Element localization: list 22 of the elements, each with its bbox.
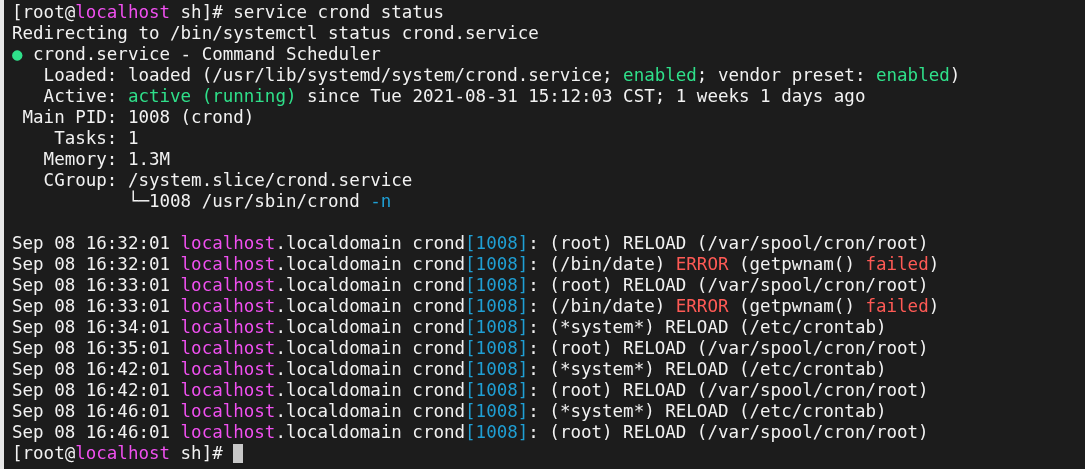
terminal-line: └─1008 /usr/sbin/crond -n (126, 191, 392, 212)
log-line: Sep 08 16:34:01 localhost.localdomain crond[1008]: (*system*) RELOAD (/etc/crontab) (12, 317, 887, 338)
terminal-line: [root@localhost sh]# service crond status (12, 2, 444, 23)
log-line: Sep 08 16:33:01 localhost.localdomain crond[1008]: (/bin/date) ERROR (getpwnam() failed) (12, 296, 940, 317)
terminal-line: Redirecting to /bin/systemctl status crond.service (12, 23, 539, 44)
log-line: Sep 08 16:46:01 localhost.localdomain crond[1008]: (root) RELOAD (/var/spool/cron/root) (12, 422, 929, 443)
terminal-line: ● crond.service - Command Scheduler (12, 44, 381, 65)
terminal-line: CGroup: /system.slice/crond.service (42, 170, 413, 191)
terminal-line: Main PID: 1008 (crond) (21, 107, 255, 128)
terminal-line: Memory: 1.3M (42, 149, 171, 170)
log-line: Sep 08 16:42:01 localhost.localdomain crond[1008]: (*system*) RELOAD (/etc/crontab) (12, 359, 887, 380)
log-line: Sep 08 16:46:01 localhost.localdomain crond[1008]: (*system*) RELOAD (/etc/crontab) (12, 401, 887, 422)
terminal-line: Loaded: loaded (/usr/lib/systemd/system/crond.service; enabled; vendor preset: enabled) (42, 65, 961, 86)
log-line: Sep 08 16:35:01 localhost.localdomain crond[1008]: (root) RELOAD (/var/spool/cron/root) (12, 338, 929, 359)
terminal-line: Tasks: 1 (53, 128, 139, 149)
log-line: Sep 08 16:42:01 localhost.localdomain crond[1008]: (root) RELOAD (/var/spool/cron/root) (12, 380, 929, 401)
log-line: Sep 08 16:32:01 localhost.localdomain crond[1008]: (/bin/date) ERROR (getpwnam() failed) (12, 254, 940, 275)
terminal-line: Active: active (running) since Tue 2021-08-31 15:12:03 CST; 1 weeks 1 days ago (42, 86, 866, 107)
text-cursor (232, 444, 243, 463)
log-line: Sep 08 16:32:01 localhost.localdomain crond[1008]: (root) RELOAD (/var/spool/cron/root) (12, 233, 929, 254)
shell-prompt: [root@localhost sh]# (12, 443, 223, 464)
log-line: Sep 08 16:33:01 localhost.localdomain crond[1008]: (root) RELOAD (/var/spool/cron/root) (12, 275, 929, 296)
